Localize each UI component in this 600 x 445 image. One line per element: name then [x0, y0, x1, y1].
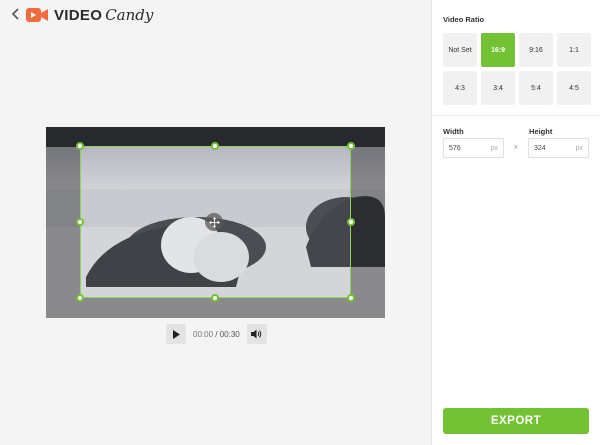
move-arrows-icon: [208, 216, 220, 228]
current-time: 00:00: [193, 329, 214, 339]
editor-workspace: VIDEO Candy 00:00 / 00:30: [0, 0, 431, 445]
height-label: Height: [529, 127, 553, 136]
width-value: 576: [449, 144, 461, 152]
ratio-16-9[interactable]: 16:9: [481, 33, 515, 67]
crop-handle-bottom-right[interactable]: [347, 294, 355, 302]
crop-handle-bottom[interactable]: [211, 294, 219, 302]
back-button[interactable]: [9, 6, 23, 22]
player-controls: 00:00 / 00:30: [166, 324, 267, 344]
ratio-4-5[interactable]: 4:5: [557, 71, 591, 105]
play-button[interactable]: [166, 324, 186, 344]
total-time: 00:30: [219, 329, 240, 339]
play-icon: [173, 329, 180, 339]
height-value: 324: [534, 144, 546, 152]
height-field[interactable]: 324 px: [528, 138, 589, 158]
width-field[interactable]: 576 px: [443, 138, 504, 158]
crop-handle-left[interactable]: [76, 218, 84, 226]
width-unit: px: [490, 144, 498, 152]
settings-panel: Video Ratio Not Set 16:9 9:16 1:1 4:3 3:…: [431, 0, 600, 445]
dimension-separator: x: [514, 144, 518, 151]
crop-handle-top-left[interactable]: [76, 142, 84, 150]
move-handle[interactable]: [205, 213, 223, 231]
divider: [432, 115, 600, 116]
ratio-3-4[interactable]: 3:4: [481, 71, 515, 105]
ratio-5-4[interactable]: 5:4: [519, 71, 553, 105]
ratio-options: Not Set 16:9 9:16 1:1 4:3 3:4 5:4 4:5: [443, 33, 591, 105]
export-button[interactable]: EXPORT: [443, 408, 589, 434]
ratio-1-1[interactable]: 1:1: [557, 33, 591, 67]
height-unit: px: [575, 144, 583, 152]
logo-candy-text: Candy: [105, 6, 154, 24]
chevron-left-icon: [11, 8, 19, 20]
logo[interactable]: VIDEO Candy: [26, 5, 153, 25]
ratio-9-16[interactable]: 9:16: [519, 33, 553, 67]
crop-handle-bottom-left[interactable]: [76, 294, 84, 302]
video-ratio-title: Video Ratio: [443, 15, 485, 24]
time-separator: /: [215, 329, 218, 339]
camera-icon: [26, 8, 48, 22]
crop-handle-top[interactable]: [211, 142, 219, 150]
crop-handle-right[interactable]: [347, 218, 355, 226]
ratio-not-set[interactable]: Not Set: [443, 33, 477, 67]
volume-icon: [251, 329, 262, 339]
logo-video-text: VIDEO: [54, 6, 103, 24]
crop-handle-top-right[interactable]: [347, 142, 355, 150]
time-display: 00:00 / 00:30: [193, 330, 240, 339]
volume-button[interactable]: [246, 324, 267, 344]
ratio-4-3[interactable]: 4:3: [443, 71, 477, 105]
width-label: Width: [443, 127, 464, 136]
